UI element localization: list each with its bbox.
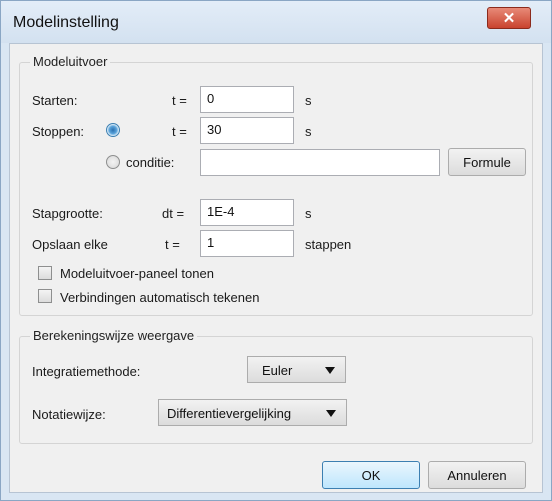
show-output-panel-label: Modeluitvoer-paneel tonen (60, 266, 214, 281)
chevron-down-icon (326, 410, 336, 417)
dialog-window: Modelinstelling ✕ Modeluitvoer Starten: … (0, 0, 552, 501)
model-output-legend: Modeluitvoer (30, 54, 111, 69)
notation-label: Notatiewijze: (32, 407, 106, 422)
ok-button[interactable]: OK (322, 461, 420, 489)
step-label: Stapgrootte: (32, 206, 103, 221)
notation-dropdown[interactable]: Differentievergelijking (158, 399, 347, 426)
auto-draw-connections-checkbox[interactable] (38, 289, 52, 303)
step-var-label: dt = (162, 206, 185, 221)
close-button[interactable]: ✕ (487, 7, 531, 29)
auto-draw-connections-label: Verbindingen automatisch tekenen (60, 290, 260, 305)
condition-label: conditie: (126, 155, 175, 170)
condition-input[interactable] (200, 149, 440, 176)
start-label: Starten: (32, 93, 78, 108)
save-unit: stappen (305, 237, 352, 252)
start-var-label: t = (172, 93, 187, 108)
step-unit: s (305, 206, 312, 221)
stop-time-radio[interactable] (106, 123, 120, 137)
calc-display-legend: Berekeningswijze weergave (30, 328, 198, 343)
start-time-input[interactable]: 0 (200, 86, 294, 113)
close-icon: ✕ (502, 10, 516, 27)
save-label: Opslaan elke (32, 237, 108, 252)
dialog-content: Modeluitvoer Starten: t = 0 s Stoppen: t… (9, 43, 543, 493)
stop-var-label: t = (172, 124, 187, 139)
integration-method-value: Euler (262, 363, 293, 378)
condition-radio[interactable] (106, 155, 120, 169)
stop-time-input[interactable]: 30 (200, 117, 294, 144)
chevron-down-icon (325, 367, 335, 374)
save-var-label: t = (165, 237, 180, 252)
cancel-button[interactable]: Annuleren (428, 461, 526, 489)
step-size-input[interactable]: 1E-4 (200, 199, 294, 226)
stop-unit: s (305, 124, 312, 139)
formula-button[interactable]: Formule (448, 148, 526, 176)
notation-value: Differentievergelijking (167, 406, 292, 421)
integration-method-label: Integratiemethode: (32, 364, 141, 379)
save-interval-input[interactable]: 1 (200, 230, 294, 257)
show-output-panel-checkbox[interactable] (38, 266, 52, 280)
integration-method-dropdown[interactable]: Euler (247, 356, 346, 383)
calc-display-group (19, 336, 533, 444)
title-bar[interactable]: Modelinstelling ✕ (1, 1, 551, 43)
window-title: Modelinstelling (13, 14, 119, 31)
start-unit: s (305, 93, 312, 108)
stop-label: Stoppen: (32, 124, 85, 139)
